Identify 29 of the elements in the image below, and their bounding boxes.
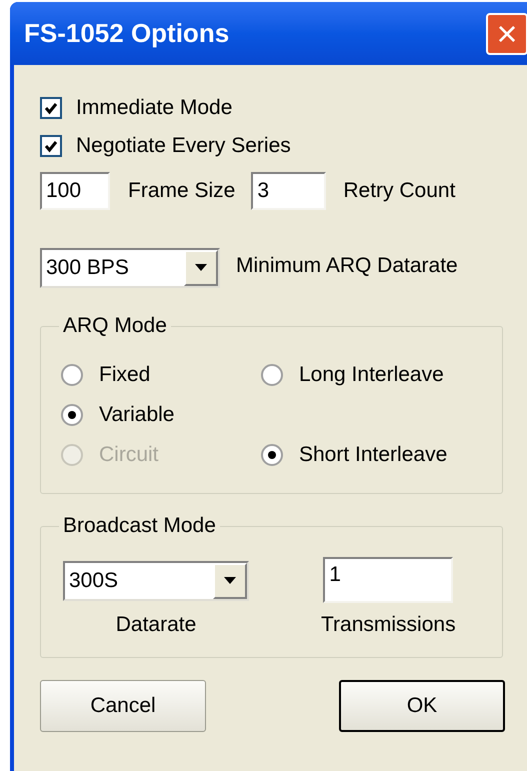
dropdown-label: Minimum ARQ Datarate: [236, 253, 458, 280]
ok-button[interactable]: OK: [339, 680, 505, 732]
input-field[interactable]: 3: [251, 172, 326, 210]
field-label: Transmissions: [321, 612, 456, 638]
radio-button[interactable]: [261, 444, 283, 466]
dropdown[interactable]: 300 BPS: [40, 248, 220, 288]
dropdown-label: Datarate: [116, 612, 196, 638]
checkbox-label: Immediate Mode: [76, 95, 232, 122]
radio-label: Long Interleave: [299, 362, 444, 388]
radio-label: Variable: [99, 402, 174, 428]
input-field[interactable]: 1: [323, 557, 454, 603]
checkbox[interactable]: [40, 97, 62, 119]
radio-button[interactable]: [261, 364, 283, 386]
radio-label: Circuit: [99, 442, 159, 468]
input-field[interactable]: 100: [40, 172, 110, 210]
dropdown[interactable]: 300S: [63, 561, 249, 601]
radio-label: Fixed: [99, 362, 150, 388]
radio-button[interactable]: [61, 404, 83, 426]
checkbox[interactable]: [40, 135, 62, 157]
close-button[interactable]: ×: [486, 12, 527, 54]
checkbox-label: Negotiate Every Series: [76, 133, 291, 160]
field-label: Retry Count: [343, 178, 456, 204]
check-icon: [44, 139, 58, 153]
window-title: FS-1052 Options: [24, 17, 230, 50]
radio-label: Short Interleave: [299, 442, 448, 468]
radio-button[interactable]: [61, 364, 83, 386]
check-icon: [44, 101, 58, 115]
cancel-button[interactable]: Cancel: [40, 680, 206, 732]
field-label: Frame Size: [128, 178, 236, 204]
